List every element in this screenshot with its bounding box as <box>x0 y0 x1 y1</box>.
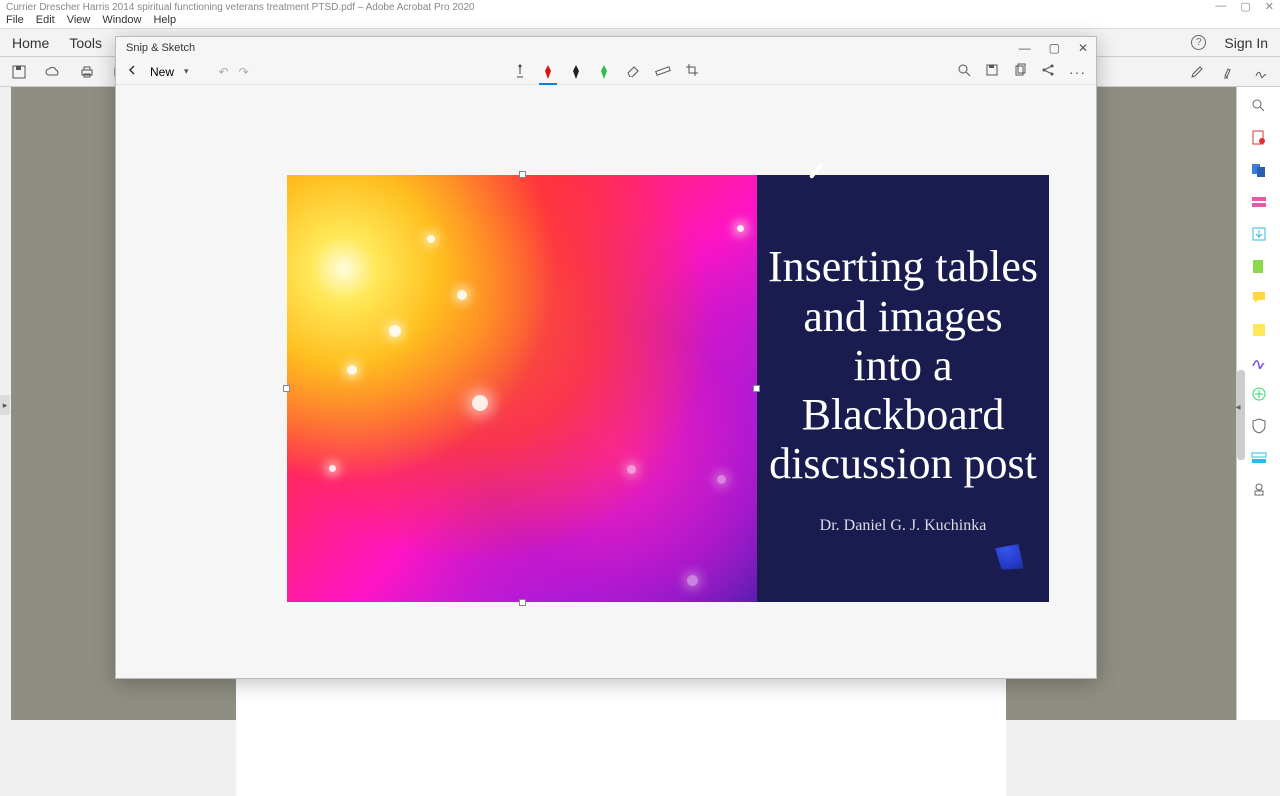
undo-icon[interactable]: ↶ <box>219 65 229 79</box>
redact-icon[interactable] <box>1250 449 1268 467</box>
snip-sketch-window: Snip & Sketch — ▢ ✕ New ▾ ↶ ↷ <box>115 36 1097 679</box>
snip-maximize-button[interactable]: ▢ <box>1049 41 1060 55</box>
slide-graphic <box>287 175 757 602</box>
edit-pdf-icon[interactable] <box>1250 193 1268 211</box>
snip-canvas[interactable]: Inserting tables and images into a Black… <box>117 87 1095 677</box>
sign-in-link[interactable]: Sign In <box>1224 35 1268 51</box>
snip-close-button[interactable]: ✕ <box>1078 41 1088 55</box>
cloud-icon[interactable] <box>44 63 62 81</box>
tab-home[interactable]: Home <box>12 35 49 51</box>
menu-view[interactable]: View <box>67 14 91 28</box>
comment-icon[interactable] <box>1250 289 1268 307</box>
pencil-icon[interactable] <box>1188 63 1206 81</box>
highlighter-icon[interactable] <box>597 64 611 80</box>
pencil-tool-icon[interactable] <box>569 64 583 80</box>
slide-text-panel: Inserting tables and images into a Black… <box>757 175 1049 602</box>
touch-writing-icon[interactable] <box>513 64 527 80</box>
menu-help[interactable]: Help <box>153 14 176 28</box>
resize-handle[interactable] <box>519 599 526 606</box>
save-icon[interactable] <box>10 63 28 81</box>
menu-edit[interactable]: Edit <box>36 14 55 28</box>
resize-handle[interactable] <box>753 385 760 392</box>
stamp-icon[interactable] <box>1250 481 1268 499</box>
back-icon[interactable] <box>126 63 140 80</box>
ruler-icon[interactable] <box>655 63 671 80</box>
save-snip-icon[interactable] <box>985 63 999 80</box>
help-icon[interactable]: ? <box>1191 35 1206 50</box>
print-icon[interactable] <box>78 63 96 81</box>
slide-heading: Inserting tables and images into a Black… <box>767 242 1039 488</box>
left-panel-expand-icon[interactable]: ▸ <box>0 395 10 415</box>
sign-tool-icon[interactable] <box>1250 353 1268 371</box>
new-snip-chevron-icon[interactable]: ▾ <box>184 66 189 77</box>
protect-icon[interactable] <box>1250 417 1268 435</box>
fill-sign-icon[interactable] <box>1250 321 1268 339</box>
combine-icon[interactable] <box>1250 161 1268 179</box>
snip-minimize-button[interactable]: — <box>1019 41 1031 55</box>
acrobat-menubar: File Edit View Window Help <box>0 14 1280 29</box>
acrobat-close-button[interactable]: ✕ <box>1265 0 1274 13</box>
crop-icon[interactable] <box>685 63 699 80</box>
create-pdf-icon[interactable] <box>1250 129 1268 147</box>
menu-window[interactable]: Window <box>102 14 141 28</box>
snip-toolbar: New ▾ ↶ ↷ ··· <box>116 59 1096 85</box>
highlight-icon[interactable] <box>1220 63 1238 81</box>
acrobat-maximize-button[interactable]: ▢ <box>1240 0 1250 13</box>
share-icon[interactable] <box>1041 63 1055 80</box>
zoom-icon[interactable] <box>957 63 971 80</box>
slide-decoration-icon <box>989 537 1031 577</box>
new-snip-button[interactable]: New <box>150 65 174 79</box>
menu-file[interactable]: File <box>6 14 24 28</box>
eraser-icon[interactable] <box>625 63 641 80</box>
copy-icon[interactable] <box>1013 63 1027 80</box>
slide-author: Dr. Daniel G. J. Kuchinka <box>820 517 987 535</box>
pdf-page <box>236 676 1006 796</box>
acrobat-minimize-button[interactable]: — <box>1215 0 1226 13</box>
right-panel-collapse-icon[interactable]: ◂ <box>1234 398 1242 416</box>
snip-title-bar: Snip & Sketch — ▢ ✕ <box>116 37 1096 59</box>
resize-handle[interactable] <box>283 385 290 392</box>
tab-tools[interactable]: Tools <box>69 35 102 51</box>
redo-icon[interactable]: ↷ <box>239 65 249 79</box>
captured-slide: Inserting tables and images into a Black… <box>287 175 1049 602</box>
acrobat-document-title: Currier Drescher Harris 2014 spiritual f… <box>6 2 475 13</box>
more-icon[interactable]: ··· <box>1069 64 1086 80</box>
acrobat-title-bar: Currier Drescher Harris 2014 spiritual f… <box>0 0 1280 14</box>
resize-handle[interactable] <box>519 171 526 178</box>
search-icon[interactable] <box>1250 97 1268 115</box>
ballpoint-pen-icon[interactable] <box>541 64 555 80</box>
organize-icon[interactable] <box>1250 257 1268 275</box>
signature-icon[interactable] <box>1252 63 1270 81</box>
snip-title-text: Snip & Sketch <box>126 42 195 54</box>
more-tools-icon[interactable] <box>1250 385 1268 403</box>
export-icon[interactable] <box>1250 225 1268 243</box>
